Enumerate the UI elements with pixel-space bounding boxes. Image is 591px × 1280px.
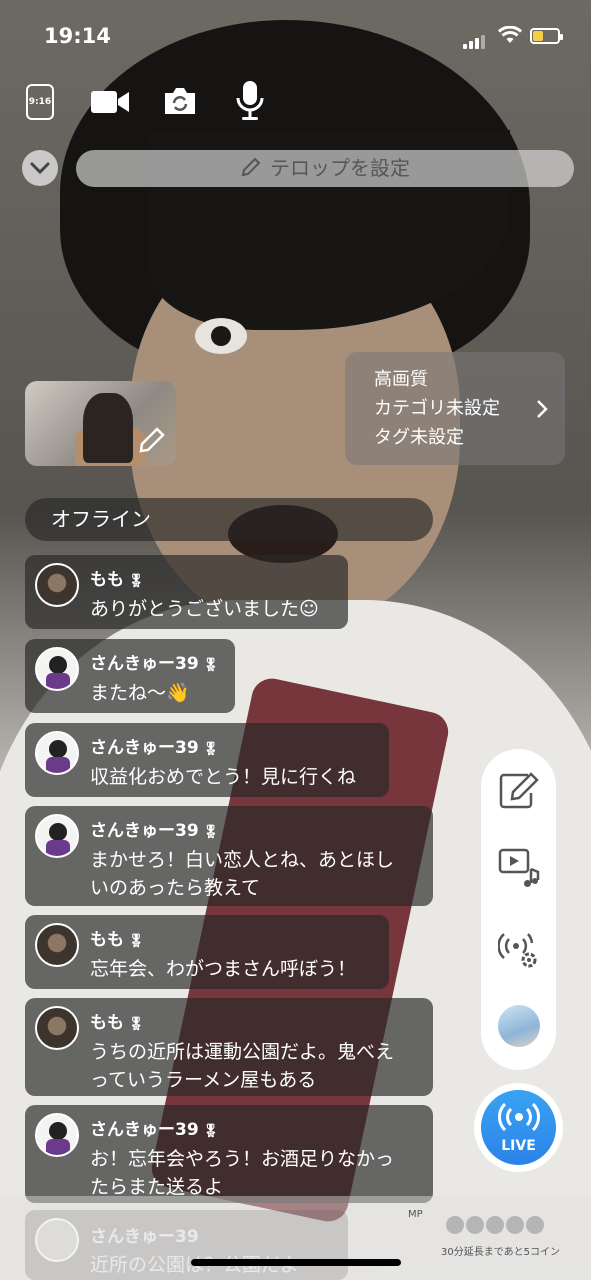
- broadcast-icon: [498, 1102, 540, 1132]
- collapse-button[interactable]: [22, 150, 58, 186]
- comment-item: もも 🎖 忘年会、わがつまさん呼ぼう！: [25, 915, 389, 989]
- comment-text: うちの近所は運動公園だよ。鬼べえ っていうラーメン屋もある: [90, 1041, 395, 1091]
- battery-icon: [530, 28, 563, 44]
- comment-item: さんきゅー39 🎖 収益化おめでとう！見に行くね: [25, 723, 389, 797]
- avatar[interactable]: [35, 731, 79, 775]
- medal-icon: 🎖: [128, 1017, 145, 1032]
- medal-icon: 🎖: [128, 934, 145, 949]
- avatar[interactable]: [35, 1006, 79, 1050]
- coin-slots: [446, 1216, 546, 1238]
- avatar[interactable]: [35, 1113, 79, 1157]
- category-label: カテゴリ未設定: [374, 398, 500, 419]
- avatar[interactable]: [35, 563, 79, 607]
- switch-camera-icon[interactable]: [162, 84, 198, 118]
- comment-author: もも: [90, 1013, 124, 1033]
- comment-author: さんきゅー39: [90, 738, 199, 758]
- telop-placeholder: テロップを設定: [270, 156, 410, 180]
- wifi-icon: [498, 26, 522, 43]
- medal-icon: 🎖: [202, 825, 220, 840]
- comment-text: 収益化おめでとう！見に行くね: [90, 766, 357, 788]
- microphone-icon[interactable]: [234, 80, 266, 122]
- comment-author: さんきゅー39: [90, 654, 199, 674]
- avatar: [35, 1218, 79, 1262]
- stream-settings-panel[interactable]: 高画質 カテゴリ未設定 タグ未設定: [345, 352, 565, 465]
- comment-item: さんきゅー39 🎖 お！忘年会やろう！お酒足りなかっ たらまた送るよ: [25, 1105, 433, 1203]
- live-button[interactable]: LIVE: [474, 1083, 563, 1172]
- profile-avatar[interactable]: [498, 1005, 540, 1047]
- comment-item: もも 🎖 ありがとうございました☺: [25, 555, 348, 629]
- comment-item: もも 🎖 うちの近所は運動公園だよ。鬼べえ っていうラーメン屋もある: [25, 998, 433, 1096]
- comment-item: さんきゅー39 🎖 またね〜👋: [25, 639, 235, 713]
- avatar[interactable]: [35, 647, 79, 691]
- mp-label: MP: [408, 1209, 423, 1220]
- side-action-bar: [481, 749, 556, 1070]
- comment-author: さんきゅー39: [90, 821, 199, 841]
- comment-item: さんきゅー39 🎖 まかせろ！白い恋人とね、あとほし いのあったら教えて: [25, 806, 433, 906]
- medal-icon: 🎖: [202, 1124, 220, 1139]
- broadcast-settings-icon[interactable]: [498, 929, 540, 971]
- quality-label: 高画質: [374, 369, 428, 390]
- comment-text: 忘年会、わがつまさん呼ぼう！: [90, 958, 357, 980]
- comment-text: まかせろ！白い恋人とね、あとほし いのあったら教えて: [90, 849, 395, 899]
- comment-item: さんきゅー39 近所の公園は？公園だよ: [25, 1210, 348, 1280]
- comment-author: さんきゅー39: [90, 1120, 199, 1140]
- medal-icon: 🎖: [128, 574, 145, 589]
- cellular-signal-icon: [463, 30, 487, 49]
- home-indicator[interactable]: [191, 1259, 401, 1266]
- live-label: LIVE: [501, 1138, 536, 1154]
- telop-input[interactable]: テロップを設定: [76, 150, 574, 187]
- chevron-right-icon: [537, 400, 548, 418]
- edit-icon[interactable]: [498, 771, 540, 811]
- avatar[interactable]: [35, 923, 79, 967]
- tags-label: タグ未設定: [374, 427, 464, 448]
- chevron-down-icon: [30, 162, 50, 175]
- comment-text: ありがとうございました☺: [90, 598, 319, 620]
- aspect-ratio-button[interactable]: 9:16: [26, 84, 54, 120]
- edit-cover-icon: [139, 427, 165, 453]
- avatar[interactable]: [35, 814, 79, 858]
- music-video-icon[interactable]: [498, 847, 540, 889]
- extend-text: 30分延長まであと5コイン: [441, 1247, 560, 1258]
- comment-author: さんきゅー39: [90, 1227, 199, 1247]
- medal-icon: 🎖: [202, 742, 220, 757]
- cover-thumbnail[interactable]: [25, 381, 176, 466]
- status-bar: 19:14: [0, 22, 591, 52]
- pencil-icon: [241, 157, 261, 177]
- video-camera-icon[interactable]: [90, 88, 130, 116]
- status-time: 19:14: [44, 24, 111, 48]
- comment-text: またね〜👋: [90, 682, 190, 704]
- comment-author: もも: [90, 570, 124, 590]
- connection-status: オフライン: [25, 498, 433, 541]
- medal-icon: 🎖: [202, 658, 220, 673]
- comment-text: お！忘年会やろう！お酒足りなかっ たらまた送るよ: [90, 1148, 395, 1198]
- comment-author: もも: [90, 930, 124, 950]
